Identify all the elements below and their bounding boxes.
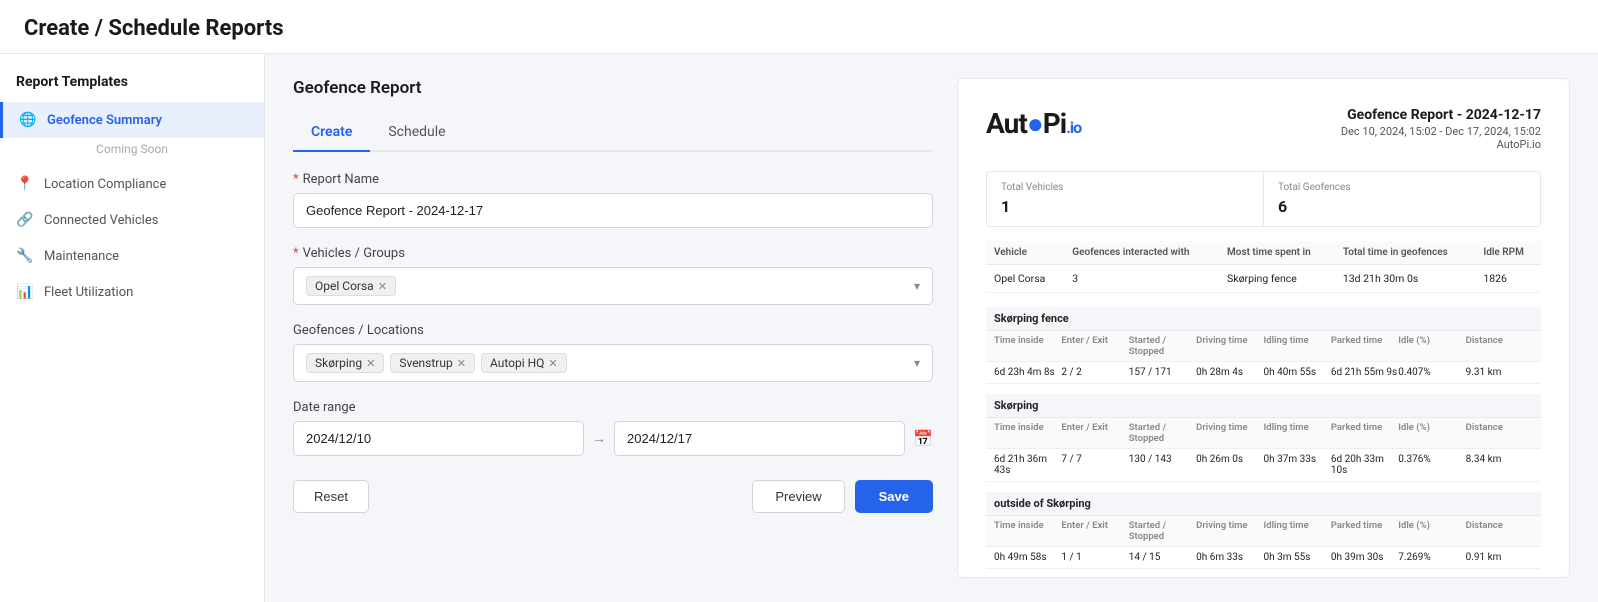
section-outside-skørping: outside of Skørping Time inside Enter / …: [986, 492, 1541, 569]
tag-opel-corsa: Opel Corsa ✕: [306, 276, 396, 296]
col-idle-rpm: Idle RPM: [1475, 241, 1541, 265]
chevron-down-geofences-icon: ▾: [914, 356, 920, 370]
sidebar-item-label: Geofence Summary: [47, 113, 162, 128]
content-area: Geofence Report Create Schedule * Report…: [265, 54, 1598, 602]
geofence-cols-skørping: Time inside Enter / Exit Started / Stopp…: [986, 418, 1541, 449]
logo-dot: ●: [1027, 107, 1043, 140]
tag-remove-svenstrup[interactable]: ✕: [457, 357, 466, 370]
geofence-title-skørping: Skørping: [986, 394, 1541, 418]
tag-skørping: Skørping ✕: [306, 353, 384, 373]
report-table: Vehicle Geofences interacted with Most t…: [986, 241, 1541, 293]
arrow-icon: →: [592, 430, 606, 447]
col-vehicle: Vehicle: [986, 241, 1064, 265]
sidebar-item-geofence-summary[interactable]: 🌐 Geofence Summary: [0, 102, 264, 138]
table-row: Opel Corsa 3 Skørping fence 13d 21h 30m …: [986, 265, 1541, 293]
sidebar-item-connected-vehicles[interactable]: 🔗 Connected Vehicles: [0, 202, 264, 238]
date-from-input[interactable]: [293, 421, 584, 456]
preview-panel: Aut●Pi.io Geofence Report - 2024-12-17 D…: [957, 78, 1570, 578]
geofence-data-skørping: 6d 21h 36m 43s 7 / 7 130 / 143 0h 26m 0s…: [986, 449, 1541, 482]
vehicles-select[interactable]: Opel Corsa ✕ ▾: [293, 267, 933, 305]
geofence-cols-outside-skørping: Time inside Enter / Exit Started / Stopp…: [986, 516, 1541, 547]
sidebar-item-label: Maintenance: [44, 249, 119, 264]
calendar-icon[interactable]: 📅: [913, 429, 933, 448]
globe-icon: 🌐: [19, 112, 37, 128]
col-geofences: Geofences interacted with: [1064, 241, 1219, 265]
geofence-title-outside-skørping: outside of Skørping: [986, 492, 1541, 516]
app-container: Create / Schedule Reports Report Templat…: [0, 0, 1598, 602]
report-name-input[interactable]: [293, 193, 933, 228]
link-icon: 🔗: [16, 212, 34, 228]
sidebar-item-fleet-utilization[interactable]: 📊 Fleet Utilization: [0, 274, 264, 310]
sidebar: Report Templates 🌐 Geofence Summary Comi…: [0, 54, 265, 602]
geofences-label: Geofences / Locations: [293, 323, 933, 338]
chevron-down-icon: ▾: [914, 279, 920, 293]
tag-svenstrup: Svenstrup ✕: [390, 353, 475, 373]
report-subtitle: AutoPi.io: [1341, 138, 1541, 151]
pin-icon: 📍: [16, 176, 34, 192]
geofence-data-outside-skørping: 0h 49m 58s 1 / 1 14 / 15 0h 6m 33s 0h 3m…: [986, 547, 1541, 569]
tab-schedule[interactable]: Schedule: [370, 116, 463, 152]
geofences-group: Geofences / Locations Skørping ✕ Svenstr…: [293, 323, 933, 382]
wrench-icon: 🔧: [16, 248, 34, 264]
tag-remove-autopi-hq[interactable]: ✕: [548, 357, 557, 370]
tag-autopi-hq: Autopi HQ ✕: [481, 353, 567, 373]
cell-idle-rpm: 1826: [1475, 265, 1541, 293]
summary-total-vehicles: Total Vehicles 1: [987, 172, 1263, 226]
cell-geofences: 3: [1064, 265, 1219, 293]
report-preview: Aut●Pi.io Geofence Report - 2024-12-17 D…: [958, 79, 1569, 578]
tabs: Create Schedule: [293, 116, 933, 152]
required-star: *: [293, 172, 299, 187]
main-layout: Report Templates 🌐 Geofence Summary Comi…: [0, 54, 1598, 602]
form-actions: Reset Preview Save: [293, 480, 933, 513]
sidebar-section-title: Report Templates: [0, 66, 264, 102]
sidebar-item-location-compliance[interactable]: 📍 Location Compliance: [0, 166, 264, 202]
sidebar-coming-soon: Coming Soon: [0, 138, 264, 166]
report-summary: Total Vehicles 1 Total Geofences 6: [986, 171, 1541, 227]
sidebar-item-label: Fleet Utilization: [44, 285, 133, 300]
preview-button[interactable]: Preview: [752, 480, 844, 513]
cell-most-time: Skørping fence: [1219, 265, 1335, 293]
tab-create[interactable]: Create: [293, 116, 370, 152]
btn-group: Preview Save: [752, 480, 933, 513]
geofences-tags: Skørping ✕ Svenstrup ✕ Autopi HQ ✕: [306, 353, 914, 373]
sidebar-item-maintenance[interactable]: 🔧 Maintenance: [0, 238, 264, 274]
report-logo: Aut●Pi.io: [986, 107, 1081, 140]
tag-remove-skørping[interactable]: ✕: [366, 357, 375, 370]
report-meta: Geofence Report - 2024-12-17 Dec 10, 202…: [1341, 107, 1541, 151]
reset-button[interactable]: Reset: [293, 480, 369, 513]
required-star-vehicles: *: [293, 246, 299, 261]
form-section-title: Geofence Report: [293, 78, 933, 98]
section-skørping-fence: Skørping fence Time inside Enter / Exit …: [986, 307, 1541, 384]
vehicles-label: * Vehicles / Groups: [293, 246, 933, 261]
report-name-label: * Report Name: [293, 172, 933, 187]
cell-total-time: 13d 21h 30m 0s: [1335, 265, 1476, 293]
tag-remove-opel-corsa[interactable]: ✕: [378, 280, 387, 293]
form-panel: Geofence Report Create Schedule * Report…: [293, 78, 933, 578]
geofence-data-skørping-fence: 6d 23h 4m 8s 2 / 2 157 / 171 0h 28m 4s 0…: [986, 362, 1541, 384]
summary-total-geofences: Total Geofences 6: [1263, 172, 1540, 226]
date-to-input[interactable]: [614, 421, 905, 456]
vehicles-group: * Vehicles / Groups Opel Corsa ✕ ▾: [293, 246, 933, 305]
col-most-time: Most time spent in: [1219, 241, 1335, 265]
date-range-group: Date range → 📅: [293, 400, 933, 456]
report-meta-title: Geofence Report - 2024-12-17: [1341, 107, 1541, 123]
report-name-group: * Report Name: [293, 172, 933, 228]
report-header: Aut●Pi.io Geofence Report - 2024-12-17 D…: [986, 107, 1541, 151]
vehicles-tags: Opel Corsa ✕: [306, 276, 914, 296]
geofence-title-skørping-fence: Skørping fence: [986, 307, 1541, 331]
section-skørping: Skørping Time inside Enter / Exit Starte…: [986, 394, 1541, 482]
page-header: Create / Schedule Reports: [0, 0, 1598, 54]
geofence-cols-skørping-fence: Time inside Enter / Exit Started / Stopp…: [986, 331, 1541, 362]
page-title: Create / Schedule Reports: [24, 16, 1574, 41]
sidebar-item-label: Connected Vehicles: [44, 213, 158, 228]
chart-icon: 📊: [16, 284, 34, 300]
geofences-select[interactable]: Skørping ✕ Svenstrup ✕ Autopi HQ ✕: [293, 344, 933, 382]
sidebar-item-label: Location Compliance: [44, 177, 166, 192]
date-range-label: Date range: [293, 400, 933, 415]
save-button[interactable]: Save: [855, 480, 933, 513]
report-date-range: Dec 10, 2024, 15:02 - Dec 17, 2024, 15:0…: [1341, 125, 1541, 138]
cell-vehicle: Opel Corsa: [986, 265, 1064, 293]
date-range-container: → 📅: [293, 421, 933, 456]
col-total-time: Total time in geofences: [1335, 241, 1476, 265]
